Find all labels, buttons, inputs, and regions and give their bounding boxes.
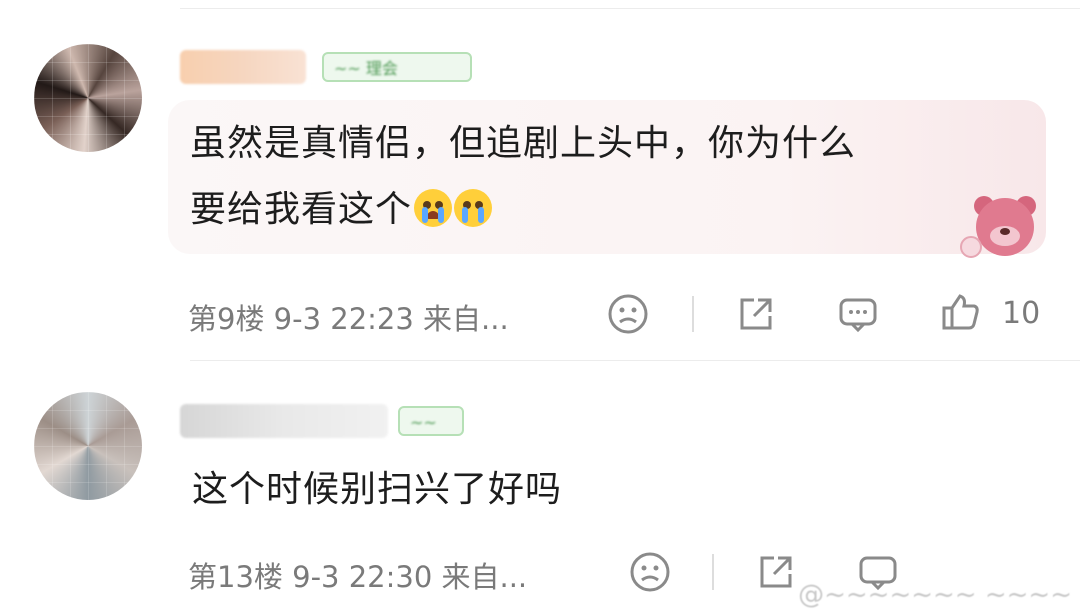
action-separator	[692, 296, 694, 332]
comment-text-line: 虽然是真情侣，但追剧上头中，你为什么	[190, 123, 857, 164]
like-thumb-icon[interactable]	[938, 290, 982, 334]
watermark: @~~~~~~~ ~~~~	[798, 580, 1072, 610]
comment-text-line: 这个时候别扫兴了好吗	[192, 469, 563, 510]
comment-meta: 第9楼 9-3 22:23 来自...	[188, 302, 509, 336]
crying-emoji	[414, 189, 453, 227]
avatar[interactable]	[34, 44, 142, 152]
avatar[interactable]	[34, 392, 142, 500]
action-separator	[712, 554, 714, 590]
comment-item: ~~ 这个时候别扫兴了好吗 第13楼 9-3 22:30 来自... @~~~~…	[0, 362, 1080, 610]
username-blurred[interactable]	[180, 404, 388, 438]
user-badge: ~~	[398, 406, 464, 436]
comment-meta: 第13楼 9-3 22:30 来自...	[188, 560, 528, 594]
comment-item: ~~ 理会 虽然是真情侣，但追剧上头中，你为什么 要给我看这个 第9楼 9-3 …	[0, 0, 1080, 360]
comment-text-line: 要给我看这个	[190, 180, 493, 232]
comment-divider	[190, 360, 1080, 361]
share-icon[interactable]	[734, 292, 778, 336]
like-count: 10	[1002, 296, 1041, 331]
user-badge: ~~ 理会	[322, 52, 472, 82]
share-icon[interactable]	[754, 550, 798, 594]
frown-reaction-icon[interactable]	[606, 292, 650, 336]
teary-eyed-emoji	[454, 189, 493, 227]
comment-icon[interactable]	[836, 292, 880, 336]
username-blurred[interactable]	[180, 50, 306, 84]
frown-reaction-icon[interactable]	[628, 550, 672, 594]
bubble-decoration-bear	[960, 196, 1048, 262]
